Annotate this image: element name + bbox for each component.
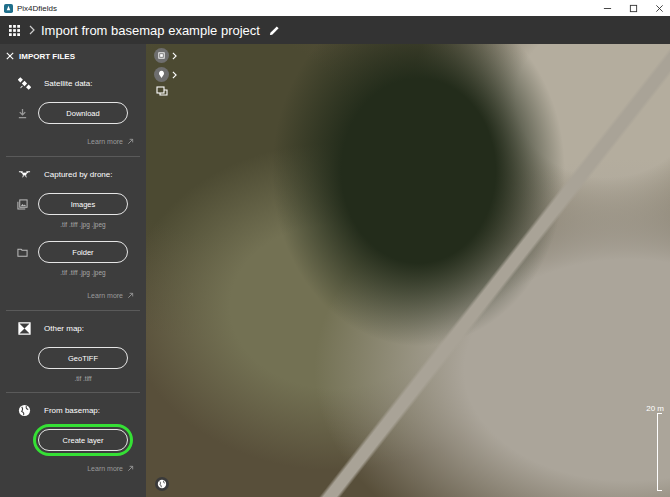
basemap-toggle[interactable] xyxy=(155,477,169,491)
file-formats: .tif .tiff .jpg .jpeg xyxy=(60,268,105,278)
title-bar: Pix4Dfields xyxy=(0,0,670,16)
pin-icon xyxy=(157,70,166,79)
import-section: From basemap: Create layer Learn more xyxy=(6,393,140,483)
markers-control[interactable] xyxy=(154,67,177,82)
learn-more-link[interactable]: Learn more xyxy=(6,288,140,302)
map-layer-icon xyxy=(18,322,31,335)
compare-icon xyxy=(156,86,168,96)
expand-chevron-icon xyxy=(172,52,177,60)
minimize-icon[interactable] xyxy=(603,4,612,13)
import-panel: IMPORT FILES Satellite data: Download Learn… xyxy=(0,44,146,497)
import-row: Images .tif .tiff .jpg .jpeg xyxy=(6,193,140,230)
section-heading-text: Other map: xyxy=(44,324,84,333)
scale-bar xyxy=(657,413,662,491)
window-title: Pix4Dfields xyxy=(17,4,57,13)
section-heading: Satellite data: xyxy=(6,75,140,91)
workspace: IMPORT FILES Satellite data: Download Learn… xyxy=(0,44,670,497)
close-icon[interactable] xyxy=(655,4,664,13)
globe-icon xyxy=(18,404,31,417)
import-button[interactable]: Images xyxy=(38,193,128,215)
import-rows: Images .tif .tiff .jpg .jpeg Folder .tif .t… xyxy=(6,193,140,278)
external-link-icon xyxy=(127,292,134,299)
app-logo-icon xyxy=(4,4,13,13)
project-title: Import from basemap example project xyxy=(41,23,260,38)
map-controls xyxy=(154,48,177,96)
section-heading-text: From basemap: xyxy=(44,406,100,415)
file-formats: .tif .tiff .jpg .jpeg xyxy=(60,220,105,230)
pencil-icon[interactable] xyxy=(269,25,280,36)
close-panel-icon[interactable] xyxy=(6,52,14,60)
import-section: Captured by drone: Images .tif .tiff .jpg … xyxy=(6,157,140,311)
import-rows: GeoTIFF .tif .tiff xyxy=(6,347,140,384)
section-heading-text: Captured by drone: xyxy=(44,170,113,179)
drone-icon xyxy=(18,168,31,181)
window-controls xyxy=(603,4,670,13)
app-window: Pix4Dfields Import from basemap example p… xyxy=(0,0,670,497)
import-section: Other map: GeoTIFF .tif .tiff xyxy=(6,311,140,393)
section-heading: Other map: xyxy=(6,320,140,336)
panel-header: IMPORT FILES xyxy=(0,46,146,66)
section-heading: From basemap: xyxy=(6,402,140,418)
breadcrumb-chevron-icon xyxy=(29,25,35,35)
import-rows: Create layer xyxy=(6,429,140,451)
panel-title: IMPORT FILES xyxy=(19,52,75,61)
layers-control[interactable] xyxy=(154,48,177,63)
apps-grid-icon[interactable] xyxy=(9,25,20,36)
section-heading: Captured by drone: xyxy=(6,166,140,182)
file-formats: .tif .tiff xyxy=(74,374,91,384)
app-header: Import from basemap example project xyxy=(0,16,670,44)
external-link-icon xyxy=(127,465,134,472)
import-button[interactable]: Folder xyxy=(38,241,128,263)
images-icon xyxy=(17,199,28,210)
import-row: Download xyxy=(6,102,140,124)
import-button[interactable]: Download xyxy=(38,102,128,124)
map-scale: 20 m xyxy=(646,404,664,491)
satellite-map[interactable]: 20 m xyxy=(146,44,670,497)
learn-more-link[interactable]: Learn more xyxy=(6,461,140,475)
external-link-icon xyxy=(127,138,134,145)
section-heading-text: Satellite data: xyxy=(44,79,92,88)
import-button[interactable]: Create layer xyxy=(38,429,128,451)
compare-control[interactable] xyxy=(154,86,177,96)
import-row: Folder .tif .tiff .jpg .jpeg xyxy=(6,241,140,278)
maximize-icon[interactable] xyxy=(629,4,638,13)
layers-icon xyxy=(157,51,166,60)
import-section: Satellite data: Download Learn more xyxy=(6,66,140,157)
import-button[interactable]: GeoTIFF xyxy=(38,347,128,369)
import-row: Create layer xyxy=(6,429,140,451)
folder-icon xyxy=(17,247,28,258)
download-icon xyxy=(17,108,28,119)
import-rows: Download xyxy=(6,102,140,124)
satellite-icon xyxy=(18,77,31,90)
learn-more-link[interactable]: Learn more xyxy=(6,134,140,148)
import-row: GeoTIFF .tif .tiff xyxy=(6,347,140,384)
globe-icon xyxy=(157,479,167,489)
expand-chevron-icon xyxy=(172,71,177,79)
